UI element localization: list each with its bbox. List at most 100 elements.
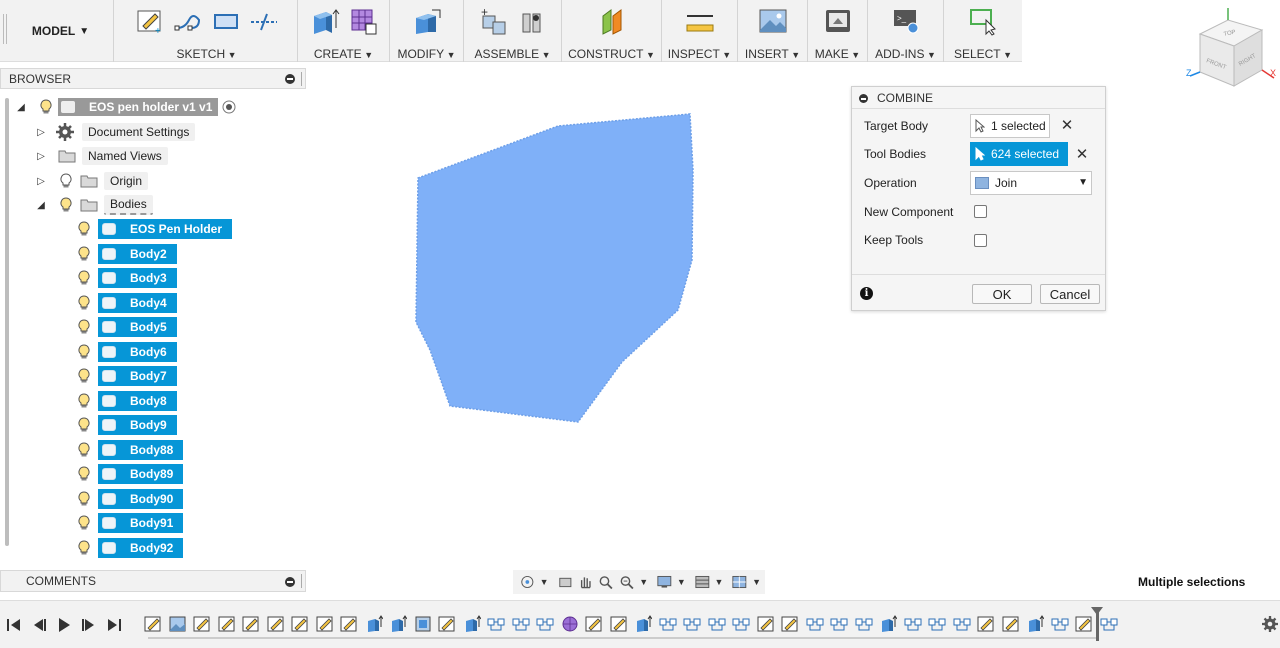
collapse-caret-icon[interactable]: ◢ [16, 102, 26, 113]
timeline-sketch-icon[interactable] [585, 615, 603, 633]
body-row[interactable]: Body3 [78, 268, 177, 288]
body-row[interactable]: Body2 [78, 243, 177, 264]
modify-group[interactable]: MODIFY [390, 0, 464, 62]
expand-caret-icon[interactable]: ▷ [36, 176, 46, 187]
line-icon[interactable] [173, 6, 203, 36]
sketch-menu[interactable]: SKETCH [116, 47, 297, 61]
timeline-image-icon[interactable] [169, 615, 187, 633]
body-row[interactable]: Body4 [78, 292, 177, 313]
timeline-joint-icon[interactable] [806, 615, 824, 633]
visibility-bulb-icon[interactable] [78, 245, 90, 262]
comments-panel-header[interactable]: COMMENTS [0, 570, 306, 592]
clear-target-body-icon[interactable]: ✕ [1060, 116, 1074, 134]
cancel-button[interactable]: Cancel [1040, 284, 1100, 304]
toolbar-grip[interactable] [3, 14, 7, 44]
browser-header[interactable]: BROWSER [0, 68, 306, 89]
model-body-shape[interactable] [410, 110, 700, 430]
create-group[interactable]: CREATE [298, 0, 390, 62]
construct-group[interactable]: CONSTRUCT [562, 0, 662, 62]
timeline-sketch-icon[interactable] [267, 615, 285, 633]
body-row[interactable]: Body8 [78, 390, 177, 411]
comments-expand-icon[interactable] [285, 577, 295, 587]
comments-resize-handle[interactable] [301, 574, 304, 588]
timeline-sketch-icon[interactable] [438, 615, 456, 633]
ok-button[interactable]: OK [972, 284, 1032, 304]
timeline-sketch-icon[interactable] [144, 615, 162, 633]
timeline-play-icon[interactable] [56, 617, 72, 633]
joint-icon[interactable] [517, 6, 547, 36]
timeline-sketch-icon[interactable] [340, 615, 358, 633]
timeline-extrude-icon[interactable] [463, 615, 481, 633]
body-row[interactable]: Body90 [78, 488, 184, 509]
visibility-bulb-icon[interactable] [60, 173, 72, 189]
make-menu[interactable]: MAKE [808, 47, 867, 61]
activate-radio-icon[interactable] [222, 100, 236, 114]
timeline-pattern-icon[interactable] [414, 615, 432, 633]
body-label[interactable]: Body9 [98, 415, 177, 435]
timeline-sketch-icon[interactable] [781, 615, 799, 633]
body-row[interactable]: Body89 [78, 464, 184, 484]
body-label[interactable]: Body89 [98, 464, 184, 484]
fit-icon[interactable] [619, 574, 636, 590]
timeline-extrude-icon[interactable] [879, 615, 897, 633]
modify-menu[interactable]: MODIFY [390, 47, 463, 61]
assemble-menu[interactable]: ASSEMBLE [464, 47, 561, 61]
pan-hand-icon[interactable] [577, 574, 594, 590]
body-label[interactable]: Body92 [98, 537, 184, 558]
insert-menu[interactable]: INSERT [738, 47, 807, 61]
timeline-joint-icon[interactable] [536, 615, 554, 633]
measure-icon[interactable] [685, 6, 715, 36]
visibility-bulb-icon[interactable] [78, 417, 90, 433]
timeline-joint-icon[interactable] [928, 615, 946, 633]
workspace-switcher[interactable]: MODEL [8, 0, 114, 62]
add-ins-menu[interactable]: ADD-INS [868, 47, 943, 61]
press-pull-icon[interactable] [412, 6, 442, 36]
timeline-step-forward-icon[interactable] [81, 617, 97, 633]
select-group[interactable]: SELECT [944, 0, 1022, 62]
insert-group[interactable]: INSERT [738, 0, 808, 62]
body-row[interactable]: Body9 [78, 415, 177, 435]
keep-tools-checkbox[interactable] [974, 234, 987, 247]
construct-menu[interactable]: CONSTRUCT [562, 47, 661, 61]
visibility-bulb-icon[interactable] [78, 221, 90, 237]
offset-plane-icon[interactable] [597, 6, 627, 36]
body-label[interactable]: Body7 [98, 366, 177, 386]
inspect-group[interactable]: INSPECT [662, 0, 738, 62]
select-menu[interactable]: SELECT [944, 47, 1022, 61]
body-label[interactable]: Body91 [98, 513, 184, 533]
timeline-sketch-icon[interactable] [610, 615, 628, 633]
visibility-bulb-icon[interactable] [78, 515, 90, 531]
browser-collapse-icon[interactable] [285, 74, 295, 84]
visibility-bulb-icon[interactable] [78, 539, 90, 556]
body-row[interactable]: Body7 [78, 366, 177, 386]
timeline-settings-gear-icon[interactable] [1261, 615, 1279, 633]
timeline-form-icon[interactable] [561, 615, 579, 633]
dialog-collapse-icon[interactable] [859, 94, 868, 103]
timeline-sketch-icon[interactable] [757, 615, 775, 633]
new-component-icon[interactable]: + [479, 6, 509, 36]
browser-scrollbar[interactable] [5, 98, 9, 546]
visibility-bulb-icon[interactable] [78, 270, 90, 286]
rectangle-icon[interactable] [211, 6, 241, 36]
visibility-bulb-icon[interactable] [78, 392, 90, 409]
body-label[interactable]: Body8 [98, 390, 177, 411]
viewports-icon[interactable] [731, 574, 748, 590]
grid-dropdown-icon[interactable]: ▼ [714, 577, 723, 587]
body-row[interactable]: EOS Pen Holder [78, 219, 233, 239]
body-row[interactable]: Body5 [78, 317, 177, 337]
timeline-joint-icon[interactable] [708, 615, 726, 633]
timeline-sketch-icon[interactable] [1075, 615, 1093, 633]
timeline-marker[interactable] [1091, 607, 1103, 641]
timeline-start-icon[interactable] [6, 617, 22, 633]
create-menu[interactable]: CREATE [298, 47, 389, 61]
look-at-icon[interactable] [557, 574, 574, 590]
timeline-joint-icon[interactable] [487, 615, 505, 633]
form-icon[interactable] [348, 6, 378, 36]
timeline-joint-icon[interactable] [732, 615, 750, 633]
display-dropdown-icon[interactable]: ▼ [677, 577, 686, 587]
expand-caret-icon[interactable]: ▷ [36, 151, 46, 162]
timeline-joint-icon[interactable] [659, 615, 677, 633]
info-icon[interactable]: i [860, 287, 873, 300]
display-settings-icon[interactable] [656, 574, 673, 590]
clear-tool-bodies-icon[interactable]: ✕ [1075, 145, 1089, 163]
